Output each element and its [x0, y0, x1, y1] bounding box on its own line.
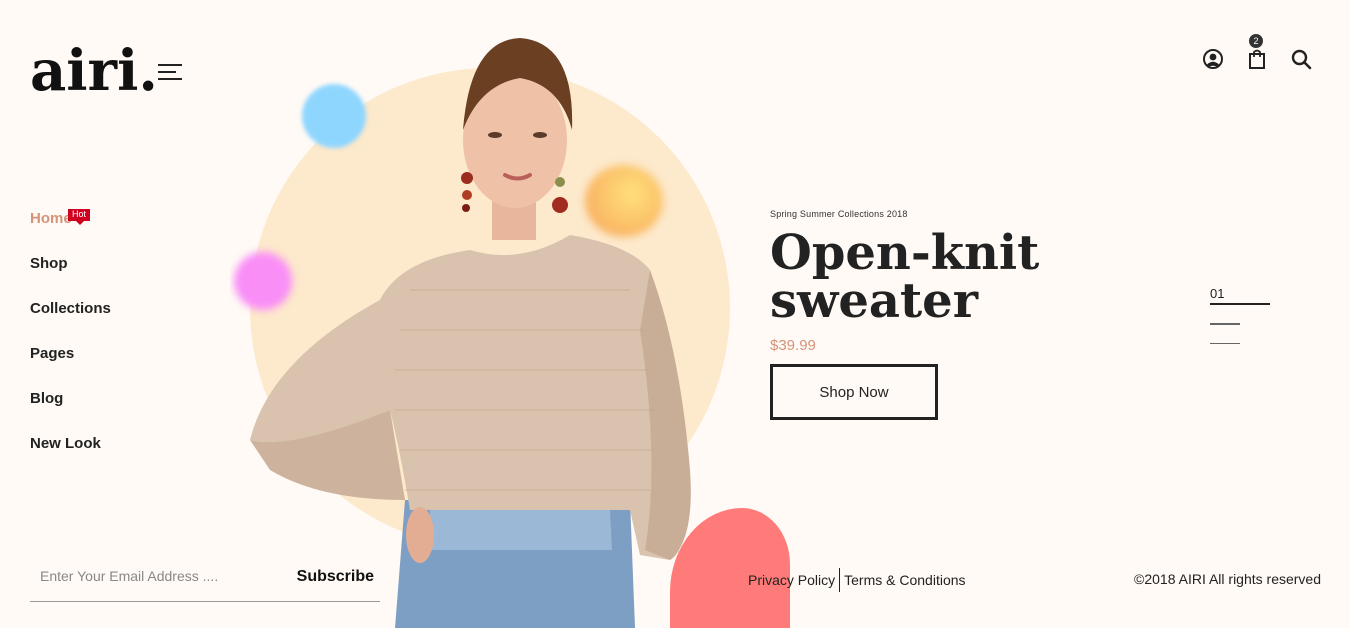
subscribe-button[interactable]: Subscribe	[297, 568, 374, 586]
newsletter-form: Subscribe	[30, 560, 380, 602]
nav-item-blog[interactable]: Blog	[30, 390, 111, 435]
hot-badge: Hot	[68, 209, 91, 225]
menu-icon[interactable]	[158, 64, 184, 84]
nav-item-pages[interactable]: Pages	[30, 345, 111, 390]
terms-link[interactable]: Terms & Conditions	[844, 572, 965, 588]
hero-caption: Spring Summer Collections 2018 Open-knit…	[770, 209, 1060, 354]
nav-item-label: Shop	[30, 255, 68, 272]
slider-pager: 01	[1210, 286, 1272, 362]
slide-indicator-2[interactable]	[1210, 323, 1240, 325]
nav-item-shop[interactable]: Shop Hot	[30, 209, 111, 300]
shop-now-button[interactable]: Shop Now	[770, 364, 938, 420]
slide-number: 01	[1210, 286, 1225, 301]
user-icon[interactable]	[1202, 48, 1224, 70]
cart-count-badge: 2	[1249, 34, 1263, 48]
nav-item-label: Pages	[30, 345, 75, 362]
slide-indicator-1[interactable]	[1210, 303, 1270, 305]
nav-item-label: Collections	[30, 300, 111, 317]
nav-item-new-look[interactable]: New Look	[30, 435, 111, 480]
nav-item-label: Home	[30, 210, 72, 227]
search-icon[interactable]	[1290, 48, 1312, 70]
nav-item-label: Blog	[30, 390, 64, 407]
email-input[interactable]	[40, 568, 260, 584]
collection-tag: Spring Summer Collections 2018	[770, 209, 908, 219]
slide-indicator-3[interactable]	[1210, 342, 1240, 344]
header-icons: 2	[1202, 34, 1312, 70]
logo[interactable]: airi.	[30, 38, 158, 104]
nav-item-label: New Look	[30, 435, 101, 452]
product-title: Open-knit sweater	[770, 225, 1040, 329]
model-photo	[250, 38, 691, 628]
product-price: $39.99	[770, 337, 816, 354]
copyright-text: ©2018 AIRI All rights reserved	[1134, 571, 1321, 587]
privacy-policy-link[interactable]: Privacy Policy	[748, 572, 835, 588]
footer-links: Privacy Policy Terms & Conditions	[748, 568, 966, 592]
nav-item-collections[interactable]: Collections	[30, 300, 111, 345]
hero-image	[230, 30, 790, 628]
cart-icon[interactable]: 2	[1246, 34, 1268, 70]
link-divider	[839, 568, 841, 592]
side-nav: Home Shop Hot Collections Pages Blog New…	[30, 209, 111, 480]
